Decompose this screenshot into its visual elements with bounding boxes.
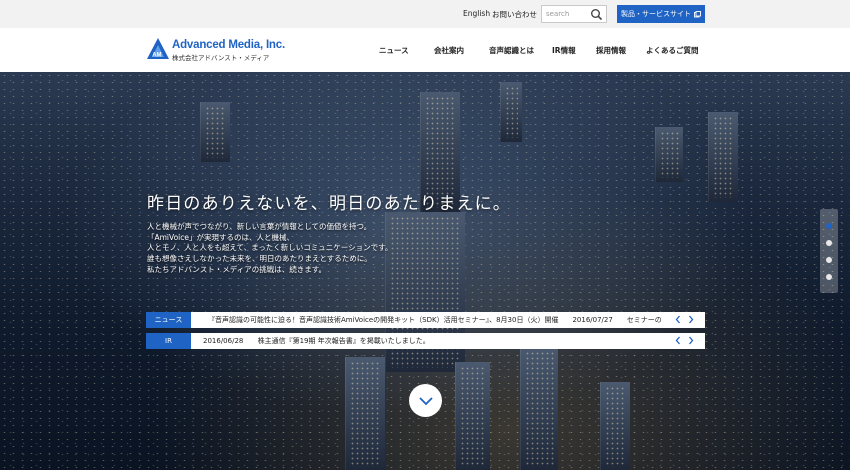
building (200, 102, 230, 162)
nav-news[interactable]: ニュース (379, 45, 409, 56)
news-ticker-text[interactable]: 『音声認識の可能性に迫る！音声認識技術AmiVoiceの開発キット（SDK）活用… (208, 315, 662, 325)
products-site-button[interactable]: 製品・サービスサイト (617, 5, 705, 23)
slide-indicator (820, 209, 838, 293)
slide-dot-2[interactable] (826, 240, 832, 246)
site-logo[interactable]: AM Advanced Media, Inc. 株式会社アドバンスト・メディア (146, 37, 286, 63)
chevron-right-icon[interactable] (687, 335, 695, 346)
hero-body-line: 人とモノ、人と人をも超えて、まったく新しいコミュニケーションです。 (147, 243, 393, 253)
building (455, 362, 490, 470)
news-ticker: ニュース 『音声認識の可能性に迫る！音声認識技術AmiVoiceの開発キット（S… (146, 312, 705, 328)
scroll-down-button[interactable] (409, 384, 442, 417)
chevron-right-icon[interactable] (687, 314, 695, 325)
contact-link[interactable]: お問い合わせ (492, 9, 537, 20)
search-input[interactable] (546, 8, 590, 20)
hero-body-line: 人と機械が声でつながり、新しい言葉が情報としての価値を持つ。 (147, 222, 372, 231)
ir-ticker: IR 2016/06/28 株主通信『第19期 年次報告書』を掲載いたしました。 (146, 333, 705, 349)
hero-body: 人と機械が声でつながり、新しい言葉が情報としての価値を持つ。 「AmiVoice… (147, 222, 392, 276)
hero-body-line: 「AmiVoice」が実現するのは、人と機械、 (147, 232, 294, 242)
hero-body-line: 誰も想像さえしなかった未来を、明日のあたりまえとするために。 (147, 254, 372, 264)
ir-ticker-date: 2016/06/28 (203, 337, 244, 345)
hero-headline: 昨日のありえないを、明日のあたりまえに。 (147, 194, 511, 214)
hero-section: 昨日のありえないを、明日のあたりまえに。 人と機械が声でつながり、新しい言葉が情… (0, 72, 850, 470)
products-site-label: 製品・サービスサイト (621, 10, 691, 18)
logo-mark-icon: AM (147, 38, 169, 59)
search-box (541, 5, 607, 23)
ir-ticker-arrows (674, 335, 695, 346)
ir-ticker-headline: 株主通信『第19期 年次報告書』を掲載いたしました。 (257, 337, 430, 345)
slide-dot-4[interactable] (826, 274, 832, 280)
nav-company[interactable]: 会社案内 (434, 45, 464, 56)
external-link-icon (694, 10, 701, 17)
chevron-left-icon[interactable] (674, 335, 682, 346)
utility-bar: English お問い合わせ 製品・サービスサイト (0, 0, 850, 28)
svg-text:AM: AM (152, 53, 161, 59)
building (345, 357, 385, 470)
building (655, 127, 683, 182)
nav-ir[interactable]: IR情報 (552, 45, 576, 56)
ir-ticker-label: IR (146, 333, 191, 349)
search-icon[interactable] (590, 8, 603, 21)
chevron-left-icon[interactable] (674, 314, 682, 325)
news-ticker-label: ニュース (146, 312, 191, 328)
logo-company-name: Advanced Media, Inc. (172, 39, 285, 51)
news-ticker-arrows (674, 314, 695, 325)
building (600, 382, 630, 470)
site-header: AM Advanced Media, Inc. 株式会社アドバンスト・メディア … (0, 28, 850, 72)
chevron-down-icon (418, 396, 433, 405)
hero-body-line: 私たちアドバンスト・メディアの挑戦は、続きます。 (147, 264, 326, 274)
building (708, 112, 738, 202)
nav-speech-recognition[interactable]: 音声認識とは (489, 45, 534, 56)
slide-dot-3[interactable] (826, 257, 832, 263)
nav-recruit[interactable]: 採用情報 (596, 45, 626, 56)
slide-dot-1[interactable] (826, 223, 832, 229)
nav-faq[interactable]: よくあるご質問 (646, 45, 699, 56)
logo-company-name-ja: 株式会社アドバンスト・メディア (172, 54, 270, 62)
ir-ticker-text[interactable]: 2016/06/28 株主通信『第19期 年次報告書』を掲載いたしました。 (203, 336, 430, 346)
building (500, 82, 522, 142)
english-link[interactable]: English (463, 9, 490, 18)
building (520, 347, 558, 470)
